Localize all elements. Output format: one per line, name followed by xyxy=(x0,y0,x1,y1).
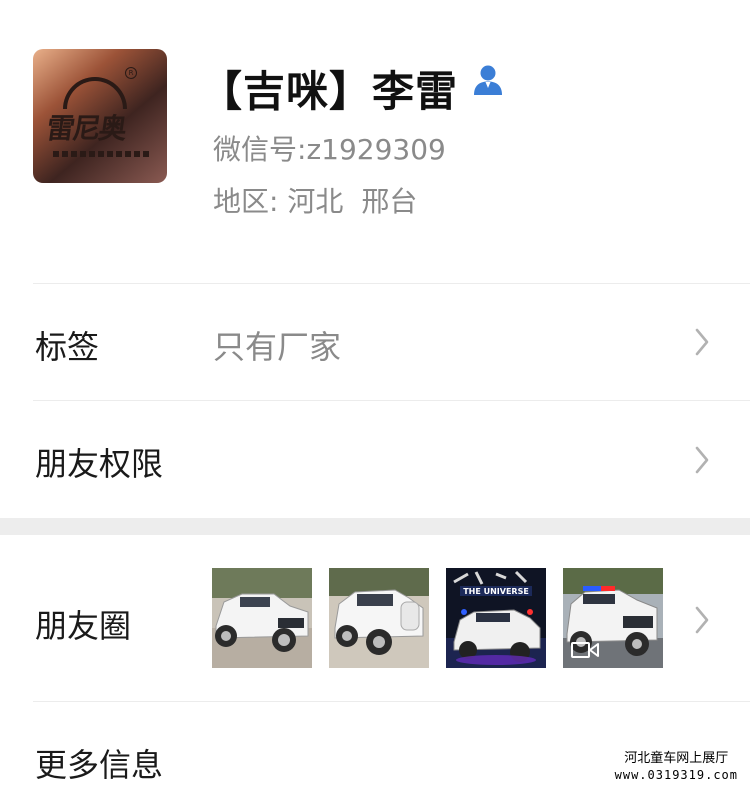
chevron-right-icon xyxy=(695,606,709,634)
avatar[interactable]: R 雷尼奥 xyxy=(33,49,167,183)
region-label: 地区: xyxy=(213,185,279,218)
chevron-right-icon xyxy=(695,446,709,474)
region: 地区: 河北 邢台 xyxy=(213,180,417,220)
region-province: 河北 xyxy=(287,185,344,218)
person-icon xyxy=(474,65,502,95)
car-photo-image xyxy=(329,568,429,668)
avatar-brand-text: 雷尼奥 xyxy=(44,112,128,145)
wechat-id-value: z1929309 xyxy=(306,133,446,166)
permissions-label: 朋友权限 xyxy=(35,445,164,483)
moments-thumbnail[interactable] xyxy=(329,568,429,668)
moments-thumbnail[interactable]: THE UNIVERSE xyxy=(446,568,546,668)
video-icon xyxy=(571,642,599,658)
watermark: 河北童车网上展厅 www.0319319.com xyxy=(615,750,738,784)
watermark-url: www.0319319.com xyxy=(614,768,738,782)
tags-value: 只有厂家 xyxy=(213,328,342,366)
row-tags[interactable]: 标签 只有厂家 xyxy=(0,284,750,400)
section-separator xyxy=(0,518,750,535)
moments-thumbnail[interactable] xyxy=(563,568,663,668)
moments-thumbnail[interactable] xyxy=(212,568,312,668)
car-photo-image: THE UNIVERSE xyxy=(446,568,546,668)
nickname: 【吉咪】李雷 xyxy=(200,67,459,116)
wechat-id: 微信号:z1929309 xyxy=(213,128,446,168)
watermark-line1: 河北童车网上展厅 xyxy=(624,751,729,766)
region-city: 邢台 xyxy=(361,185,418,218)
tags-label: 标签 xyxy=(35,328,100,366)
registered-mark-icon: R xyxy=(125,67,137,79)
avatar-logo-arch xyxy=(63,77,127,109)
wechat-id-label: 微信号: xyxy=(213,133,307,166)
moments-thumbnails: THE UNIVERSE xyxy=(212,568,672,668)
avatar-logo-strip xyxy=(53,151,149,157)
more-info-label: 更多信息 xyxy=(35,746,164,784)
thumbnail-caption: THE UNIVERSE xyxy=(463,587,529,596)
profile-header: R 雷尼奥 【吉咪】李雷 微信号:z1929309 地区: 河北 邢台 xyxy=(0,0,750,283)
car-photo-image xyxy=(212,568,312,668)
row-friend-permissions[interactable]: 朋友权限 xyxy=(0,401,750,518)
chevron-right-icon xyxy=(695,328,709,356)
moments-label: 朋友圈 xyxy=(35,607,132,645)
